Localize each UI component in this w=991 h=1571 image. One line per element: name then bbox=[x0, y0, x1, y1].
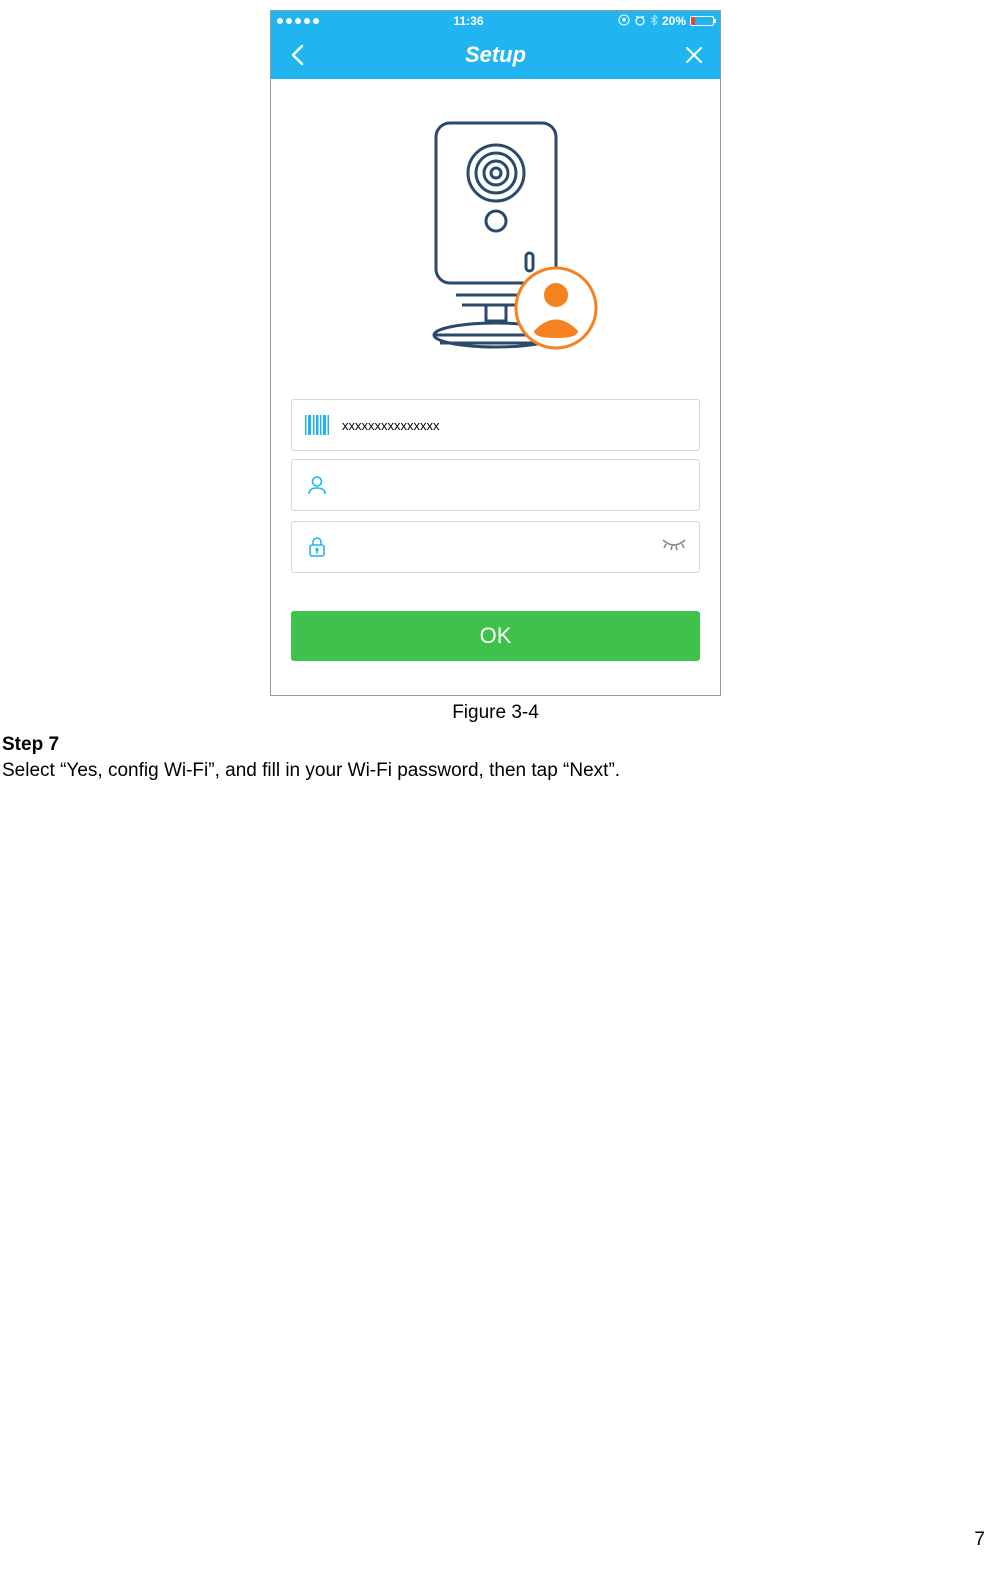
step-heading: Step 7 bbox=[0, 734, 991, 756]
lock-rotation-icon bbox=[618, 14, 630, 29]
ok-button[interactable]: OK bbox=[291, 611, 700, 661]
back-button[interactable] bbox=[285, 43, 309, 67]
username-field[interactable] bbox=[291, 459, 700, 511]
page-number: 7 bbox=[974, 1529, 985, 1551]
bluetooth-icon bbox=[650, 14, 658, 29]
person-icon bbox=[304, 472, 330, 498]
close-button[interactable] bbox=[682, 43, 706, 67]
alarm-icon bbox=[634, 14, 646, 29]
ok-button-label: OK bbox=[480, 623, 512, 649]
barcode-value: xxxxxxxxxxxxxxx bbox=[342, 418, 687, 433]
nav-title: Setup bbox=[465, 42, 526, 68]
step-text: Select “Yes, config Wi-Fi”, and fill in … bbox=[0, 760, 991, 782]
barcode-icon bbox=[304, 412, 330, 438]
barcode-field[interactable]: xxxxxxxxxxxxxxx bbox=[291, 399, 700, 451]
battery-icon bbox=[690, 16, 714, 26]
nav-bar: Setup bbox=[271, 31, 720, 79]
figure-caption: Figure 3-4 bbox=[0, 702, 991, 724]
signal-dots bbox=[277, 18, 319, 24]
phone-screenshot: 11:36 20% Setup bbox=[270, 10, 721, 696]
battery-percent: 20% bbox=[662, 14, 686, 28]
camera-illustration bbox=[291, 95, 700, 383]
eye-closed-icon[interactable] bbox=[661, 538, 687, 557]
status-time: 11:36 bbox=[453, 14, 483, 28]
password-field[interactable] bbox=[291, 521, 700, 573]
lock-icon bbox=[304, 534, 330, 560]
status-bar: 11:36 20% bbox=[271, 11, 720, 31]
